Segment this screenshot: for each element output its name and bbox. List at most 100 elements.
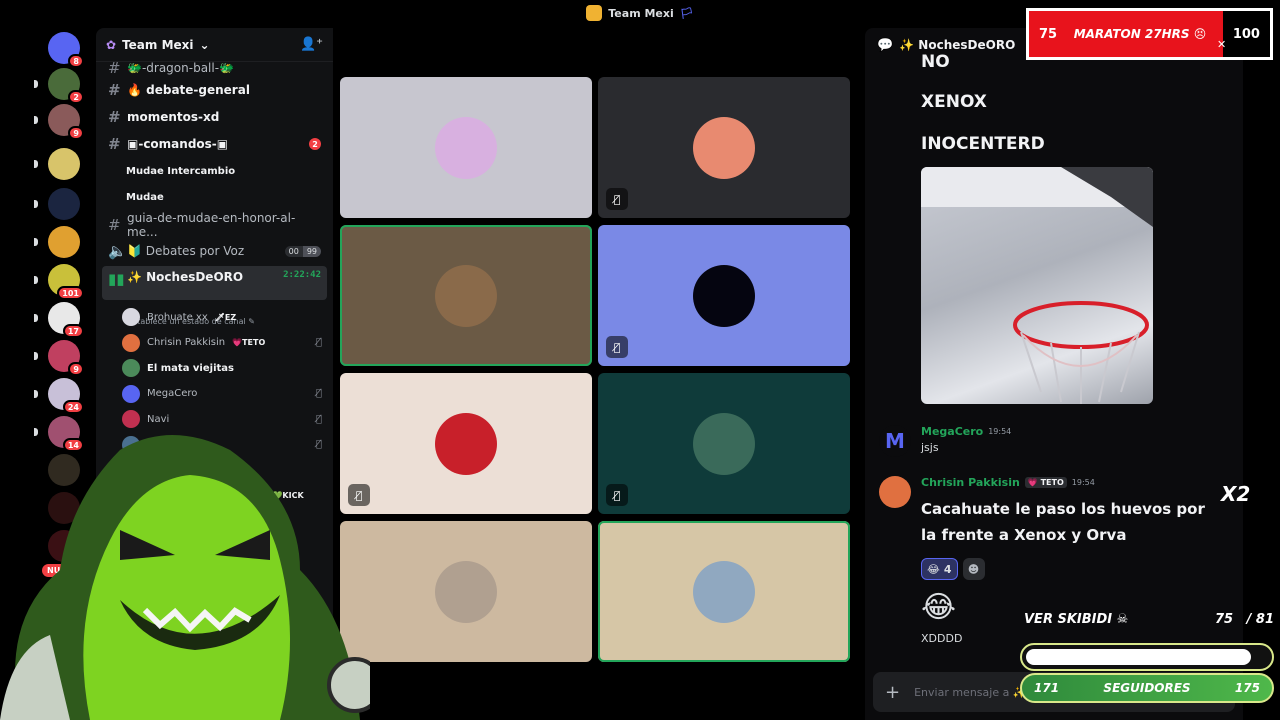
unread-indicator [34,200,38,208]
marathon-title: MARATON 27HRS 😣 [1073,27,1207,41]
avatar [693,412,755,475]
marathon-right-value: 100 [1222,11,1270,57]
participant-tile[interactable] [340,521,592,662]
followers-left: 171 [1034,681,1060,695]
speaker-icon: 🔈 [108,242,127,260]
avatar [435,560,497,623]
chat-channel-name: ✨ NochesDeORO [899,38,1016,52]
voice-channel-noches-de-oro[interactable]: ▮▮ ✨ NochesDeORO 2:22:42 [102,266,327,300]
message-text: jsjs [921,441,939,454]
server-icon[interactable]: 9 [48,340,84,376]
channel-debate-general[interactable]: # 🔥 debate-general [102,78,327,102]
plus-icon[interactable]: + [885,682,900,703]
avatar [693,560,755,623]
participant-tile[interactable] [340,77,592,218]
server-icon [586,5,603,21]
server-icon[interactable]: 8 [48,32,84,68]
multiplier-label: X2 [1221,482,1251,506]
avatar [693,116,755,179]
participant-tile[interactable] [340,225,592,366]
channel-label: ✨ NochesDeORO [127,270,244,284]
video-attachment[interactable] [921,167,1153,404]
goal-count: 75 / 81 [1215,612,1274,627]
voice-user[interactable]: Chrisin Pakkisin 💗TETO 🎙̸ [122,331,322,355]
mention-badge: 2 [309,138,321,150]
goal-label: VER SKIBIDI ☠ [1024,612,1129,627]
laugh-emoji-icon: 😂 [921,590,957,625]
unread-indicator [34,390,38,398]
thread-mudae-intercambio[interactable]: Mudae Intercambio [126,166,235,177]
unread-indicator [34,238,38,246]
followers-right: 175 [1234,681,1260,695]
avatar[interactable] [879,476,911,508]
avatar [122,359,140,377]
avatar [435,412,497,475]
channel-label: momentos-xd [127,110,220,124]
participant-tile[interactable]: 🎙̸ [598,77,850,218]
unread-indicator [34,352,38,360]
goal-current: 75 [1214,612,1234,627]
voice-user-name: El mata viejitas [147,362,234,374]
server-icon[interactable] [48,226,80,258]
channel-label: 🐲-dragon-ball-🐲 [127,61,234,75]
user-limit: 99 [302,245,321,257]
chat-bubble-icon: 💬 [877,37,894,53]
voice-user-name: MegaCero [147,388,198,399]
server-icon[interactable]: 9 [48,104,84,140]
message-line: INOCENTERD [921,134,1045,154]
voice-user[interactable]: El mata viejitas [122,356,322,380]
participant-tile[interactable]: 🎙̸ [598,373,850,514]
voice-user-name: Brohuate xx [147,311,208,323]
role-tag: 🗡EZ [214,312,237,322]
goal-total: / 81 [1246,612,1274,627]
voice-user[interactable]: Brohuate xx 🗡EZ [122,305,322,329]
goal-header: VER SKIBIDI ☠ 75 / 81 [1024,612,1274,627]
avatar [435,264,497,327]
flag-icon: 🏳 [679,6,694,20]
channel-guia-mudae[interactable]: # guia-de-mudae-en-honor-al-me... [102,211,327,239]
close-icon[interactable]: ✕ [1217,38,1226,51]
basketball-hoop-image [921,167,1153,404]
message-author[interactable]: Chrisin Pakkisin [921,476,1020,489]
message-time: 19:54 [988,427,1012,436]
add-reaction-button[interactable]: ☻ [962,558,985,580]
message-text: XDDDD [921,632,963,645]
followers-goal-bar: 171 SEGUIDORES 175 [1020,673,1274,703]
channel-dragon-ball[interactable]: # 🐲-dragon-ball-🐲 [102,56,327,80]
participant-tile[interactable]: 🎙̸ [598,225,850,366]
laugh-emoji-icon: 😂 [927,562,940,576]
message-header: Chrisin Pakkisin 💗 TETO 19:54 [921,476,1095,489]
voice-channel-debates[interactable]: 🔈 🔰 Debates por Voz 00 99 [102,239,327,263]
message-time: 19:54 [1071,478,1095,487]
muted-mic-icon: 🎙̸ [315,388,322,399]
thread-mudae[interactable]: Mudae [126,192,164,203]
participant-tile[interactable]: 🎙̸ [340,373,592,514]
hash-icon: # [108,108,121,126]
marathon-overlay: 75 MARATON 27HRS 😣 100 [1026,8,1273,60]
channel-comandos[interactable]: # ▣-comandos-▣ 2 [102,132,327,156]
channel-label: 🔥 debate-general [127,83,250,97]
unread-indicator [34,276,38,284]
reaction-laugh[interactable]: 😂 4 [921,558,958,580]
server-icon[interactable]: 17 [48,302,84,338]
avatar[interactable]: M [879,425,911,457]
participant-tile[interactable] [598,521,850,662]
hash-icon: # [108,81,121,99]
server-icon[interactable] [48,188,80,220]
server-icon[interactable]: 24 [48,378,84,414]
channel-momentos-xd[interactable]: # momentos-xd [102,105,327,129]
server-icon[interactable]: 2 [48,68,84,104]
guild-icon: ✿ [106,37,117,52]
muted-mic-icon: 🎙̸ [606,188,628,210]
message-author[interactable]: MegaCero [921,425,983,438]
user-count: 00 [284,245,303,257]
unread-badge: 17 [62,324,84,338]
hash-icon: # [108,216,121,234]
unread-indicator [34,160,38,168]
server-icon[interactable] [48,148,80,180]
add-member-icon[interactable]: 👤⁺ [300,37,323,52]
followers-label: SEGUIDORES [1103,681,1191,695]
voice-user[interactable]: MegaCero 🎙̸ [122,382,322,406]
marathon-left-value: 75 [1039,26,1058,42]
server-icon[interactable]: 101 [48,264,84,300]
